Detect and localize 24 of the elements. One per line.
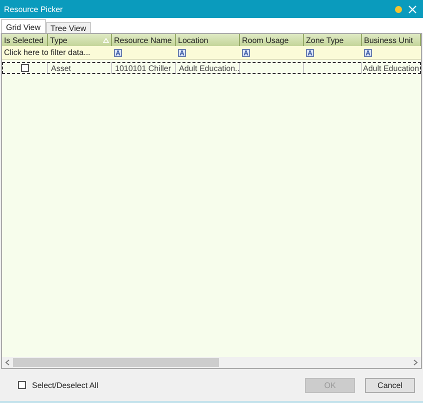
window-title: Resource Picker — [4, 4, 64, 14]
table-row[interactable]: Asset 1010101 Chiller Adult Education.. Adult Education — [2, 62, 421, 74]
row-checkbox[interactable] — [20, 64, 28, 72]
scroll-right-icon[interactable] — [413, 359, 418, 366]
scroll-left-icon[interactable] — [5, 359, 10, 366]
close-icon[interactable] — [408, 4, 417, 14]
table-cell: 1010101 Chiller — [115, 64, 172, 72]
status-dot-icon — [395, 6, 402, 12]
table-cell: Adult Education — [363, 64, 420, 72]
select-all-checkbox[interactable] — [18, 381, 26, 389]
select-all-label[interactable]: Select/Deselect All — [32, 380, 98, 390]
filter-icon[interactable] — [178, 48, 186, 56]
tab[interactable]: Grid View — [1, 19, 46, 33]
filter-hint[interactable]: Click here to filter data... — [4, 48, 90, 57]
tab[interactable]: Tree View — [46, 22, 92, 33]
dialog-button[interactable]: Cancel — [365, 378, 415, 392]
filter-icon[interactable] — [114, 48, 122, 56]
table-cell: Adult Education.. — [179, 64, 240, 72]
filter-icon[interactable] — [306, 48, 314, 56]
filter-icon[interactable] — [242, 48, 250, 56]
sort-icon — [103, 38, 109, 42]
filter-icon[interactable] — [364, 48, 372, 56]
table-cell: Asset — [51, 64, 72, 72]
scrollbar-thumb[interactable] — [13, 358, 220, 367]
